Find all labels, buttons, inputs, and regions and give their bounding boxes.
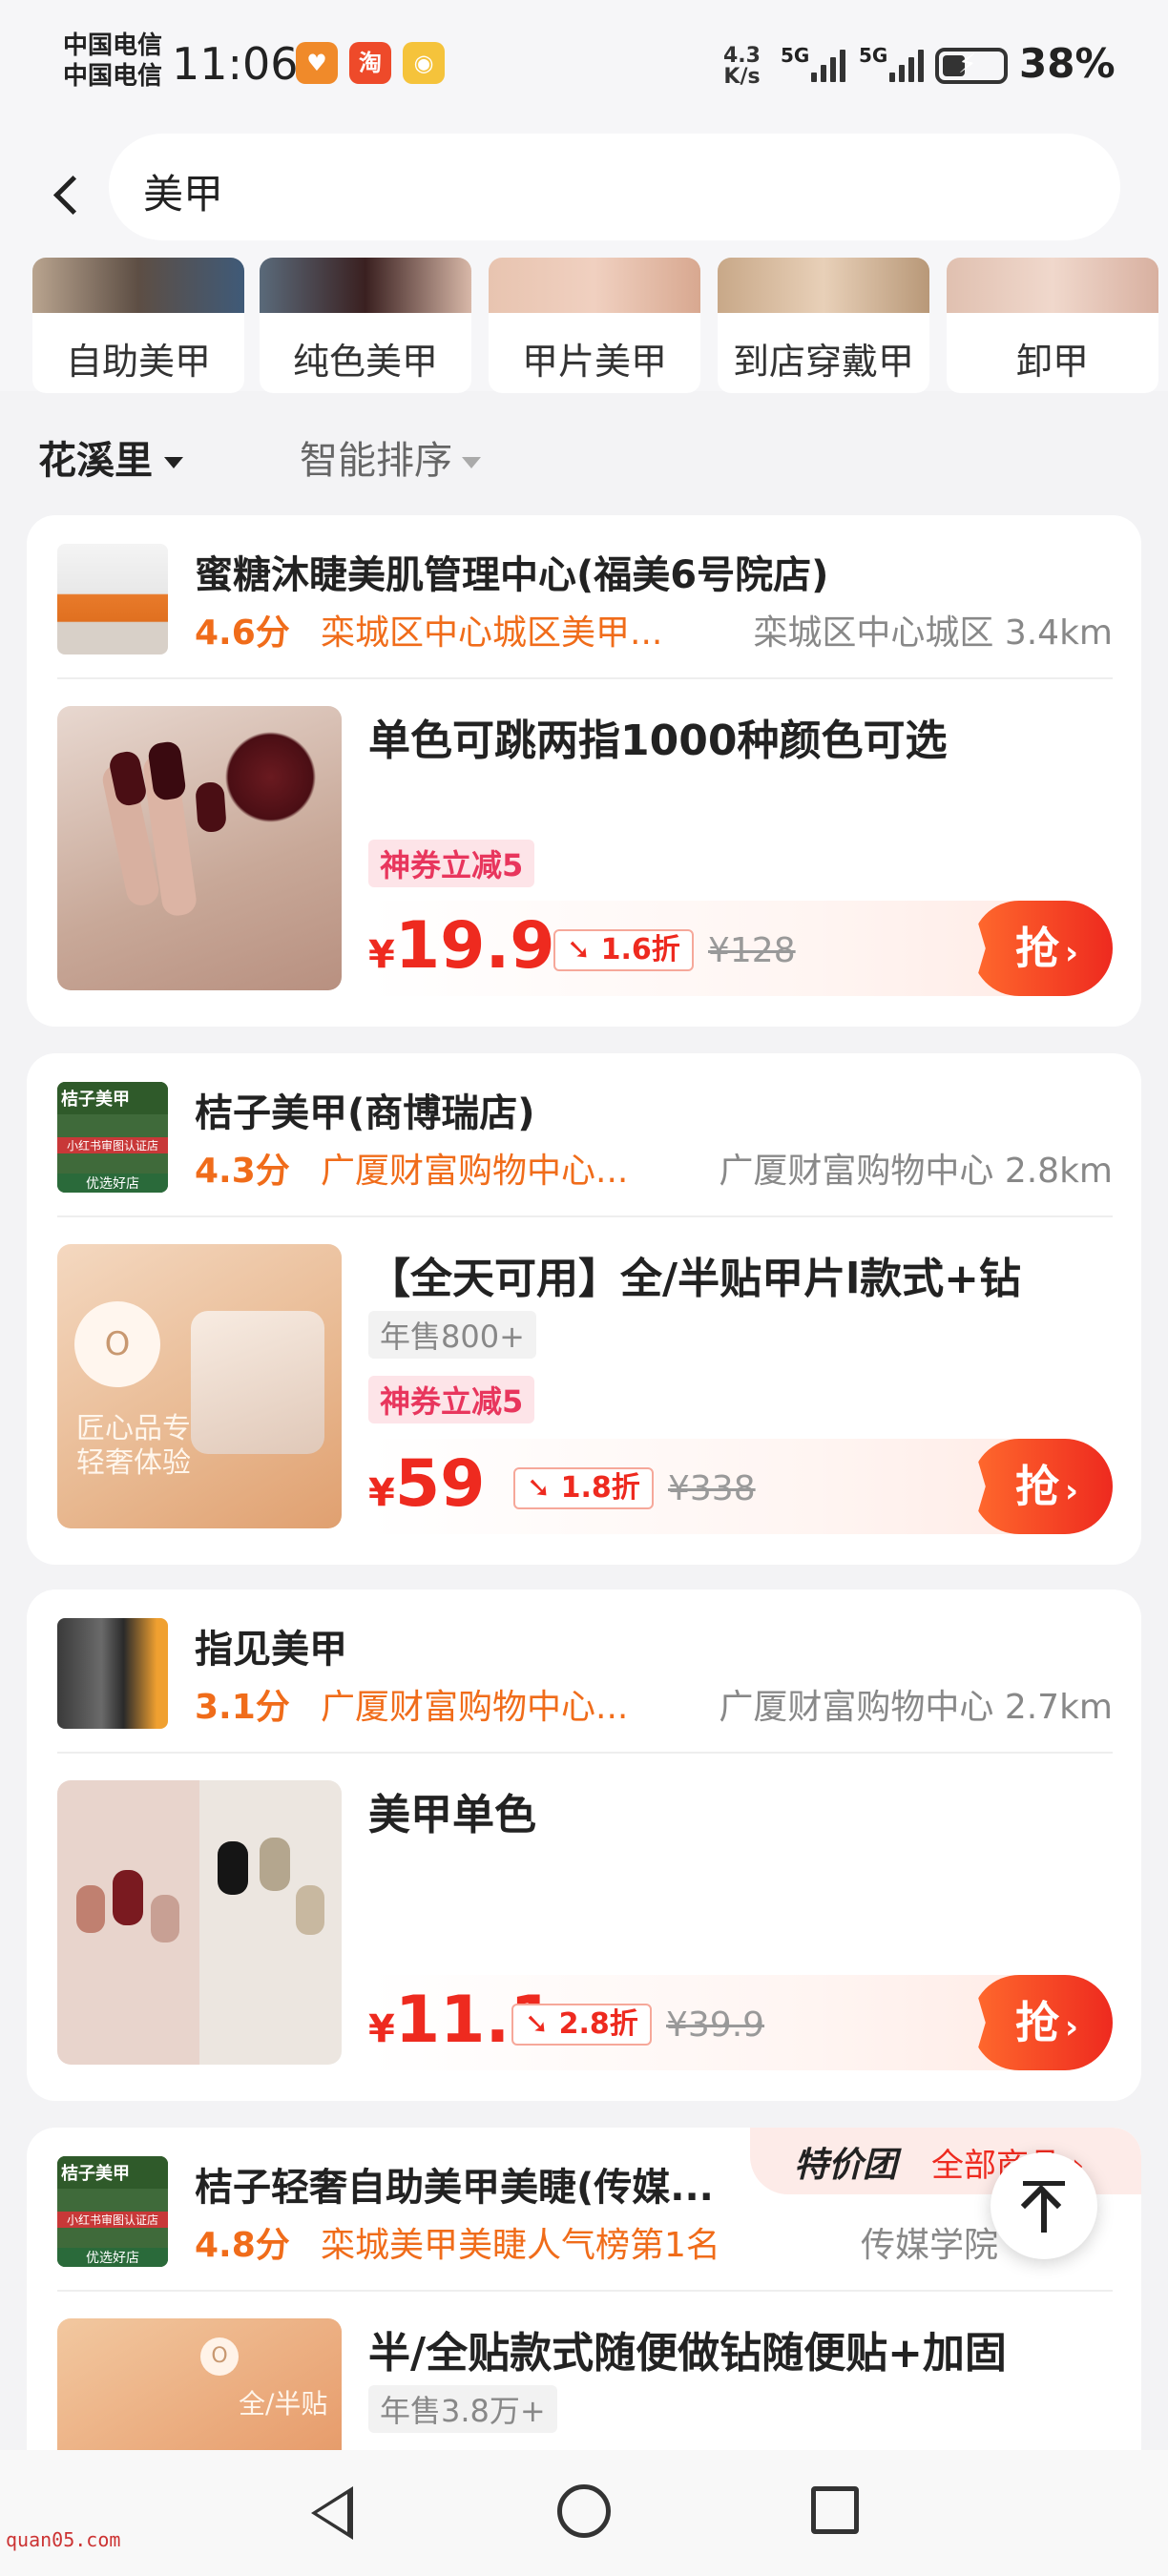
search-input[interactable]: 美甲 <box>109 134 1120 240</box>
divider <box>57 1215 1113 1217</box>
clock: 11:06 <box>172 38 299 90</box>
signal-icon: 5G <box>781 42 851 86</box>
category-removal[interactable]: 卸甲 <box>947 258 1158 393</box>
watermark: quan05.com <box>6 2528 121 2551</box>
category-strip: 自助美甲 纯色美甲 甲片美甲 到店穿戴甲 卸甲 <box>0 258 1168 393</box>
shop-location: 广厦财富购物中心 2.7km <box>719 1688 1113 1727</box>
shop-meta: 4.6分 栾城区中心城区美甲... 栾城区中心城区 3.4km <box>195 605 1113 653</box>
original-price: ¥39.9 <box>666 2005 765 2045</box>
coupon-badge: 神券立减5 <box>368 1376 535 1423</box>
discount-badge: ➘ 1.8折 <box>513 1467 654 1509</box>
heart-app-icon: ♥ <box>296 42 338 84</box>
price-bar: ¥59 ➘ 1.8折 ¥338 抢 › <box>368 1439 1113 1534</box>
location-filter[interactable]: 花溪里 <box>38 429 183 485</box>
category-self-service[interactable]: 自助美甲 <box>32 258 244 393</box>
taobao-app-icon: 淘 <box>349 42 391 84</box>
nav-home-icon[interactable] <box>557 2484 611 2538</box>
back-button[interactable] <box>38 160 95 229</box>
annual-sales: 年售800+ <box>368 1311 536 1359</box>
back-to-top-button[interactable] <box>991 2152 1097 2259</box>
shop-thumbnail: 桔子美甲 小红书审图认证店 优选好店 <box>57 1082 168 1193</box>
caret-down-icon <box>462 457 481 468</box>
chevron-right-icon: › <box>1065 2008 1079 2046</box>
rating-score: 4.3分 <box>195 1152 290 1191</box>
shop-tagline: 栾城美甲美睫人气榜第1名 <box>321 2226 720 2265</box>
battery-icon: ⚡ <box>935 48 1008 84</box>
grab-button[interactable]: 抢 › <box>971 901 1113 996</box>
category-in-store[interactable]: 到店穿戴甲 <box>718 258 929 393</box>
weibo-app-icon: ◉ <box>403 42 445 84</box>
shop-thumbnail: 桔子美甲 小红书审图认证店 优选好店 <box>57 2156 168 2267</box>
divider <box>57 1752 1113 1754</box>
deal-image[interactable]: O 匠心品专 轻奢体验 <box>57 1244 342 1528</box>
original-price: ¥338 <box>668 1469 756 1508</box>
special-deal-logo: 特价团 <box>794 2146 898 2185</box>
search-header: 美甲 <box>0 134 1168 258</box>
shop-name: 桔子美甲(商博瑞店) <box>195 1091 535 1135</box>
shop-card[interactable]: 蜜糖沐睫美肌管理中心(福美6号院店) 4.6分 栾城区中心城区美甲... 栾城区… <box>27 515 1141 1027</box>
divider <box>57 677 1113 679</box>
grab-button[interactable]: 抢 › <box>971 1439 1113 1534</box>
carrier-label: 中国电信 中国电信 <box>63 31 163 91</box>
system-nav-bar <box>0 2450 1168 2576</box>
discount-badge: ➘ 1.6折 <box>553 929 694 971</box>
caret-down-icon <box>164 457 183 468</box>
screen: { "status": { "carrier1": "中国电信", "carri… <box>0 0 1168 2576</box>
sort-filter[interactable]: 智能排序 <box>300 429 481 485</box>
shop-location: 栾城区中心城区 3.4km <box>753 613 1113 653</box>
chevron-right-icon: › <box>1065 934 1079 972</box>
signal-icon: 5G <box>859 42 929 86</box>
nav-recent-apps-icon[interactable] <box>811 2486 859 2534</box>
shop-location: 广厦财富购物中心 2.8km <box>719 1152 1113 1191</box>
rating-score: 4.6分 <box>195 613 290 653</box>
rating-score: 4.8分 <box>195 2226 290 2265</box>
annual-sales: 年售3.8万+ <box>368 2385 557 2433</box>
price: ¥19.9 <box>368 908 555 984</box>
net-speed: 4.3 K/s <box>723 44 761 89</box>
divider <box>57 2290 1113 2292</box>
shop-meta: 4.8分 栾城美甲美睫人气榜第1名 传媒学院 <box>195 2217 1113 2265</box>
rating-score: 3.1分 <box>195 1688 290 1727</box>
shop-tagline: 广厦财富购物中心... <box>321 1152 629 1191</box>
coupon-badge: 神券立减5 <box>368 840 535 887</box>
deal-title: 单色可跳两指1000种颜色可选 <box>368 717 948 765</box>
shop-name: 桔子轻奢自助美甲美睫(传媒... <box>195 2166 714 2210</box>
price-bar: ¥19.9 ➘ 1.6折 ¥128 抢 › <box>368 901 1113 996</box>
deal-image[interactable] <box>57 1780 342 2065</box>
arrow-up-icon <box>1023 2181 1065 2186</box>
shop-thumbnail <box>57 1618 168 1729</box>
category-press-on[interactable]: 甲片美甲 <box>489 258 700 393</box>
price-bar: ¥11.1 ➘ 2.8折 ¥39.9 抢 › <box>368 1975 1113 2070</box>
deal-title: 半/全贴款式随便做钻随便贴+加固 <box>368 2329 1007 2378</box>
search-query: 美甲 <box>143 171 224 218</box>
shop-meta: 4.3分 广厦财富购物中心... 广厦财富购物中心 2.8km <box>195 1143 1113 1191</box>
shop-card[interactable]: 桔子美甲 小红书审图认证店 优选好店 桔子美甲(商博瑞店) 4.3分 广厦财富购… <box>27 1053 1141 1565</box>
grab-button[interactable]: 抢 › <box>971 1975 1113 2070</box>
shop-tagline: 栾城区中心城区美甲... <box>321 613 663 653</box>
shop-location: 传媒学院 <box>860 2226 998 2265</box>
shop-meta: 3.1分 广厦财富购物中心... 广厦财富购物中心 2.7km <box>195 1679 1113 1727</box>
filter-bar: 花溪里 智能排序 <box>0 410 1168 487</box>
status-bar: 中国电信 中国电信 11:06 ♥ 淘 ◉ 4.3 K/s 5G 5G ⚡ 38… <box>0 0 1168 134</box>
shop-tagline: 广厦财富购物中心... <box>321 1688 629 1727</box>
chevron-right-icon: › <box>1065 1472 1079 1510</box>
discount-badge: ➘ 2.8折 <box>511 2004 652 2046</box>
price: ¥59 <box>368 1446 486 1522</box>
deal-image[interactable] <box>57 706 342 990</box>
shop-thumbnail <box>57 544 168 654</box>
deal-title: 【全天可用】全/半贴甲片l款式+钻 <box>368 1255 1022 1303</box>
deal-title: 美甲单色 <box>368 1791 536 1839</box>
battery-percent: 38% <box>1019 40 1116 87</box>
nav-back-icon[interactable] <box>311 2486 353 2540</box>
shop-name: 指见美甲 <box>195 1628 347 1672</box>
shop-name: 蜜糖沐睫美肌管理中心(福美6号院店) <box>195 553 829 597</box>
category-solid-color[interactable]: 纯色美甲 <box>260 258 471 393</box>
shop-card[interactable]: 指见美甲 3.1分 广厦财富购物中心... 广厦财富购物中心 2.7km 美甲单… <box>27 1589 1141 2101</box>
original-price: ¥128 <box>708 931 796 970</box>
